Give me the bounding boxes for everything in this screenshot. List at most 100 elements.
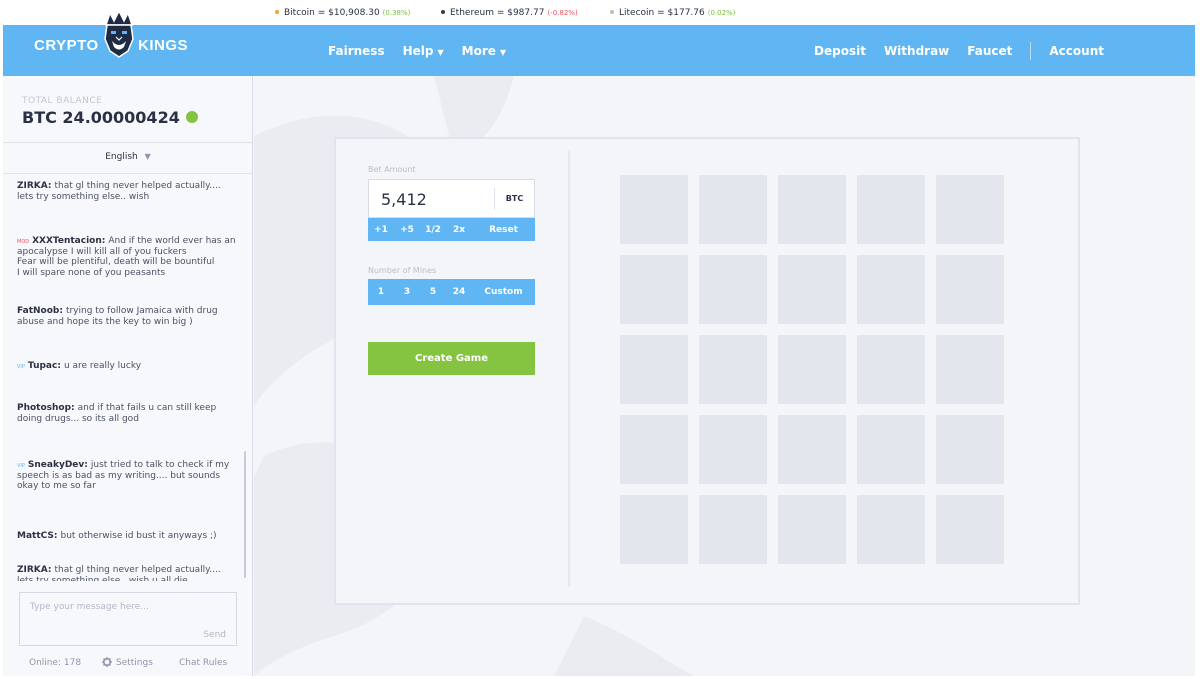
chat-username[interactable]: FatNoob: xyxy=(17,306,63,316)
mine-tile[interactable] xyxy=(778,175,846,244)
chat-username[interactable]: Tupac: xyxy=(28,361,61,371)
mine-tile[interactable] xyxy=(699,175,767,244)
sidebar-footer: Online: 178 Settings Chat Rules xyxy=(29,657,249,672)
mine-tile[interactable] xyxy=(620,495,688,564)
chat-username[interactable]: Photoshop: xyxy=(17,403,75,413)
mine-tile[interactable] xyxy=(936,415,1004,484)
chat-username[interactable]: ZIRKA: xyxy=(17,181,52,191)
chat-sidebar: TOTAL BALANCE BTC 24.00000424 English ▼ … xyxy=(3,76,253,676)
mine-tile[interactable] xyxy=(778,415,846,484)
balance-label: TOTAL BALANCE xyxy=(22,96,103,106)
nav-separator xyxy=(1030,41,1032,60)
ticker-price: $10,908.30 xyxy=(328,8,380,18)
bet-half-button[interactable]: 1/2 xyxy=(420,218,446,241)
gear-icon xyxy=(102,657,112,667)
chat-scrollbar[interactable] xyxy=(244,451,246,578)
mine-tile[interactable] xyxy=(620,255,688,324)
chat-text: u are really lucky xyxy=(63,361,142,371)
nav-account[interactable]: Account xyxy=(1049,44,1104,58)
chat-text: that gl thing never helped actually.... xyxy=(54,565,221,575)
user-role-badge: MOD xyxy=(17,239,30,245)
ticker-name: Bitcoin xyxy=(284,8,315,18)
chat-message: ZIRKA: that gl thing never helped actuall… xyxy=(17,565,245,581)
mines-grid xyxy=(620,175,1004,564)
user-role-badge: VIP xyxy=(17,364,25,370)
mine-tile[interactable] xyxy=(936,335,1004,404)
king-crown-icon xyxy=(104,11,134,58)
main-header: CRYPTO KINGS Fairness Help ▼ More ▼ Deposi… xyxy=(3,11,1195,76)
chat-text: doing drugs... so its all god xyxy=(17,413,139,424)
chat-message: FatNoob: trying to follow Jamaica with dr… xyxy=(17,306,245,327)
nav-faucet[interactable]: Faucet xyxy=(967,44,1012,58)
chat-text: but otherwise id bust it anyways ;) xyxy=(60,531,217,541)
mine-tile[interactable] xyxy=(620,415,688,484)
mine-tile[interactable] xyxy=(620,175,688,244)
chat-text: okay to me so far xyxy=(17,481,96,491)
chevron-down-icon: ▼ xyxy=(144,152,151,161)
mines-custom-button[interactable]: Custom xyxy=(472,279,535,305)
mine-tile[interactable] xyxy=(857,255,925,324)
create-game-button[interactable]: Create Game xyxy=(368,342,535,375)
mines-3-button[interactable]: 3 xyxy=(394,279,420,305)
chat-username[interactable]: XXXTentacion: xyxy=(32,236,105,246)
mine-buttons: 1 3 5 24 Custom xyxy=(368,279,535,305)
chat-username[interactable]: MattCS: xyxy=(17,531,58,541)
chat-messages[interactable]: ZIRKA: that gl thing never helped actuall… xyxy=(3,181,253,581)
mine-tile[interactable] xyxy=(778,335,846,404)
chat-message: VIP SneakyDev: just tried to talk to check… xyxy=(17,460,245,492)
ticker-change: (0.38%) xyxy=(382,9,411,17)
mine-tile[interactable] xyxy=(936,255,1004,324)
ethereum-dot-icon xyxy=(441,9,445,14)
mines-24-button[interactable]: 24 xyxy=(446,279,472,305)
send-button[interactable]: Send xyxy=(203,630,226,640)
mine-tile[interactable] xyxy=(936,495,1004,564)
mine-tile[interactable] xyxy=(699,335,767,404)
nav-deposit[interactable]: Deposit xyxy=(814,44,866,58)
logo-text-right: KINGS xyxy=(138,37,189,54)
chat-text: and if that fails u can still keep xyxy=(77,403,217,413)
chat-username[interactable]: ZIRKA: xyxy=(17,565,52,575)
mine-tile[interactable] xyxy=(699,495,767,564)
mine-tile[interactable] xyxy=(699,255,767,324)
mine-tile[interactable] xyxy=(778,495,846,564)
chat-settings-link[interactable]: Settings xyxy=(102,657,153,669)
bet-plus-5-button[interactable]: +5 xyxy=(394,218,420,241)
chat-input-box: Send xyxy=(19,592,237,646)
bet-reset-button[interactable]: Reset xyxy=(472,218,535,241)
mines-game-panel: Bet Amount 5,412 BTC +1 +5 1/2 2x Reset … xyxy=(334,137,1080,605)
mines-label: Number of Mines xyxy=(368,266,437,275)
bet-amount-field[interactable]: 5,412 BTC xyxy=(368,179,535,218)
mine-tile[interactable] xyxy=(936,175,1004,244)
mines-1-button[interactable]: 1 xyxy=(368,279,394,305)
bet-double-button[interactable]: 2x xyxy=(446,218,472,241)
mine-tile[interactable] xyxy=(699,415,767,484)
chat-text: Fear will be plentiful, death will be bo… xyxy=(17,257,215,267)
logo[interactable]: CRYPTO KINGS xyxy=(31,11,201,76)
chevron-down-icon: ▼ xyxy=(437,47,444,57)
mines-5-button[interactable]: 5 xyxy=(420,279,446,305)
chat-text: lets try something else.. wish xyxy=(17,191,150,202)
balance-status-icon[interactable] xyxy=(185,110,198,123)
chat-message: VIP Tupac: u are really lucky xyxy=(17,361,245,372)
nav-withdraw[interactable]: Withdraw xyxy=(884,44,949,58)
chat-message-input[interactable] xyxy=(20,593,236,621)
nav-fairness[interactable]: Fairness xyxy=(328,44,385,58)
nav-help[interactable]: Help ▼ xyxy=(403,44,444,58)
ticker-price: $177.76 xyxy=(667,8,705,18)
language-selector[interactable]: English ▼ xyxy=(3,152,253,162)
language-label: English xyxy=(105,152,138,162)
nav-more-label: More xyxy=(461,43,496,58)
ticker-name: Litecoin xyxy=(619,8,655,18)
chat-username[interactable]: SneakyDev: xyxy=(28,460,88,470)
bet-plus-1-button[interactable]: +1 xyxy=(368,218,394,241)
mine-tile[interactable] xyxy=(620,335,688,404)
nav-more[interactable]: More ▼ xyxy=(462,44,506,58)
mine-tile[interactable] xyxy=(857,175,925,244)
mine-tile[interactable] xyxy=(857,495,925,564)
mine-tile[interactable] xyxy=(857,335,925,404)
mine-tile[interactable] xyxy=(778,255,846,324)
app-frame: Bitcoin = $10,908.30 (0.38%) Ethereum = $… xyxy=(3,3,1195,676)
chat-text: apocalypse I will kill all of you fucker… xyxy=(17,246,187,257)
chat-rules-link[interactable]: Chat Rules xyxy=(179,658,227,668)
mine-tile[interactable] xyxy=(857,415,925,484)
